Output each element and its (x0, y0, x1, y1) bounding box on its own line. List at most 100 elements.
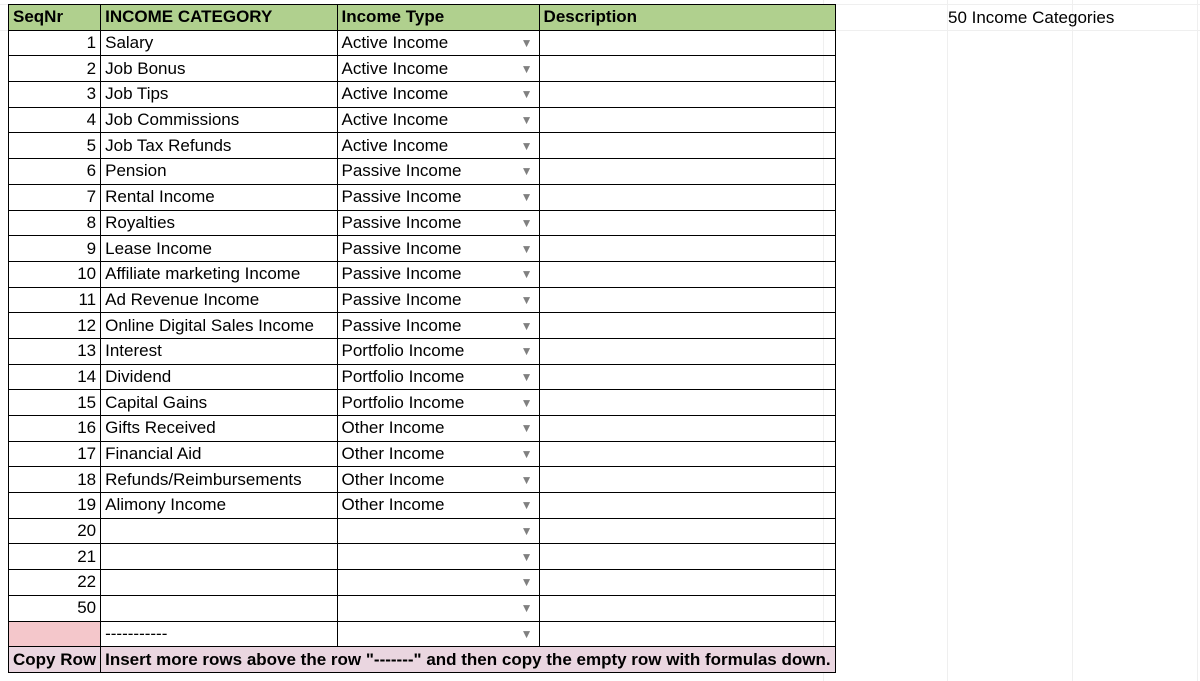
cell-description[interactable] (539, 544, 835, 570)
dropdown-icon[interactable]: ▼ (521, 602, 533, 614)
cell-description[interactable] (539, 518, 835, 544)
cell-income-type[interactable]: Portfolio Income▼ (337, 364, 539, 390)
cell-income-type[interactable]: Active Income▼ (337, 82, 539, 108)
cell-category[interactable]: Job Commissions (101, 107, 337, 133)
cell-income-type[interactable]: Passive Income▼ (337, 261, 539, 287)
cell-category[interactable]: Lease Income (101, 236, 337, 262)
header-category[interactable]: INCOME CATEGORY (101, 5, 337, 31)
cell-description[interactable] (539, 82, 835, 108)
cell-description[interactable] (539, 364, 835, 390)
dropdown-icon[interactable]: ▼ (521, 243, 533, 255)
cell-seq[interactable]: 16 (9, 416, 101, 442)
table-row[interactable]: 11Ad Revenue IncomePassive Income▼ (9, 287, 836, 313)
cell-category[interactable]: Job Bonus (101, 56, 337, 82)
cell-seq[interactable]: 21 (9, 544, 101, 570)
cell-category[interactable]: Job Tax Refunds (101, 133, 337, 159)
copy-row-label[interactable]: Copy Row (9, 647, 101, 673)
table-row[interactable]: 13InterestPortfolio Income▼ (9, 338, 836, 364)
dropdown-icon[interactable]: ▼ (521, 165, 533, 177)
table-row[interactable]: 15Capital GainsPortfolio Income▼ (9, 390, 836, 416)
cell-income-type[interactable]: Passive Income▼ (337, 159, 539, 185)
cell-seq[interactable]: 10 (9, 261, 101, 287)
separator-seq-cell[interactable] (9, 621, 101, 647)
cell-category[interactable]: Financial Aid (101, 441, 337, 467)
cell-income-type[interactable]: ▼ (337, 518, 539, 544)
cell-category[interactable]: Job Tips (101, 82, 337, 108)
cell-income-type[interactable]: Passive Income▼ (337, 184, 539, 210)
cell-seq[interactable]: 9 (9, 236, 101, 262)
cell-description[interactable] (539, 210, 835, 236)
cell-category[interactable] (101, 595, 337, 621)
cell-category[interactable]: Pension (101, 159, 337, 185)
cell-description[interactable] (539, 236, 835, 262)
table-row[interactable]: 5Job Tax RefundsActive Income▼ (9, 133, 836, 159)
table-row[interactable]: 21 ▼ (9, 544, 836, 570)
dropdown-icon[interactable]: ▼ (521, 397, 533, 409)
cell-category[interactable]: Dividend (101, 364, 337, 390)
dropdown-icon[interactable]: ▼ (521, 628, 533, 640)
cell-seq[interactable]: 22 (9, 570, 101, 596)
table-row[interactable]: 12Online Digital Sales IncomePassive Inc… (9, 313, 836, 339)
table-row[interactable]: 8RoyaltiesPassive Income▼ (9, 210, 836, 236)
dropdown-icon[interactable]: ▼ (521, 448, 533, 460)
cell-category[interactable]: Online Digital Sales Income (101, 313, 337, 339)
cell-description[interactable] (539, 467, 835, 493)
table-row[interactable]: 1SalaryActive Income▼ (9, 30, 836, 56)
dropdown-icon[interactable]: ▼ (521, 37, 533, 49)
cell-category[interactable]: Interest (101, 338, 337, 364)
cell-seq[interactable]: 15 (9, 390, 101, 416)
separator-row[interactable]: -----------▼ (9, 621, 836, 647)
table-row[interactable]: 10Affiliate marketing IncomePassive Inco… (9, 261, 836, 287)
cell-category[interactable]: Capital Gains (101, 390, 337, 416)
cell-description[interactable] (539, 338, 835, 364)
cell-description[interactable] (539, 441, 835, 467)
dropdown-icon[interactable]: ▼ (521, 474, 533, 486)
cell-seq[interactable]: 7 (9, 184, 101, 210)
dropdown-icon[interactable]: ▼ (521, 422, 533, 434)
header-type[interactable]: Income Type (337, 5, 539, 31)
cell-seq[interactable]: 3 (9, 82, 101, 108)
table-row[interactable]: 3Job TipsActive Income▼ (9, 82, 836, 108)
cell-seq[interactable]: 18 (9, 467, 101, 493)
table-row[interactable]: 18Refunds/ReimbursementsOther Income▼ (9, 467, 836, 493)
cell-description[interactable] (539, 390, 835, 416)
table-row[interactable]: 19Alimony IncomeOther Income▼ (9, 493, 836, 519)
cell-seq[interactable]: 13 (9, 338, 101, 364)
cell-description[interactable] (539, 30, 835, 56)
cell-income-type[interactable]: Active Income▼ (337, 56, 539, 82)
cell-seq[interactable]: 19 (9, 493, 101, 519)
table-row[interactable]: 2Job BonusActive Income▼ (9, 56, 836, 82)
table-row[interactable]: 6PensionPassive Income▼ (9, 159, 836, 185)
cell-category[interactable] (101, 570, 337, 596)
header-description[interactable]: Description (539, 5, 835, 31)
dropdown-icon[interactable]: ▼ (521, 63, 533, 75)
cell-income-type[interactable]: Active Income▼ (337, 133, 539, 159)
table-row[interactable]: 7Rental IncomePassive Income▼ (9, 184, 836, 210)
dropdown-icon[interactable]: ▼ (521, 268, 533, 280)
cell-seq[interactable]: 4 (9, 107, 101, 133)
dropdown-icon[interactable]: ▼ (521, 525, 533, 537)
dropdown-icon[interactable]: ▼ (521, 294, 533, 306)
cell-category[interactable]: Salary (101, 30, 337, 56)
cell-income-type[interactable]: Passive Income▼ (337, 236, 539, 262)
cell-income-type[interactable]: Other Income▼ (337, 467, 539, 493)
dropdown-icon[interactable]: ▼ (521, 576, 533, 588)
dropdown-icon[interactable]: ▼ (521, 551, 533, 563)
cell-description[interactable] (539, 261, 835, 287)
copy-row[interactable]: Copy RowInsert more rows above the row "… (9, 647, 836, 673)
cell-income-type[interactable]: Other Income▼ (337, 416, 539, 442)
cell-seq[interactable]: 14 (9, 364, 101, 390)
cell-description[interactable] (539, 570, 835, 596)
cell-description[interactable] (539, 595, 835, 621)
cell-income-type[interactable]: Passive Income▼ (337, 313, 539, 339)
cell-description[interactable] (539, 184, 835, 210)
cell-description[interactable] (539, 107, 835, 133)
cell-income-type[interactable]: Other Income▼ (337, 493, 539, 519)
cell-category[interactable]: Royalties (101, 210, 337, 236)
cell-category[interactable]: Affiliate marketing Income (101, 261, 337, 287)
cell-seq[interactable]: 11 (9, 287, 101, 313)
table-row[interactable]: 16Gifts ReceivedOther Income▼ (9, 416, 836, 442)
table-row[interactable]: 9Lease IncomePassive Income▼ (9, 236, 836, 262)
cell-seq[interactable]: 1 (9, 30, 101, 56)
dropdown-icon[interactable]: ▼ (521, 371, 533, 383)
